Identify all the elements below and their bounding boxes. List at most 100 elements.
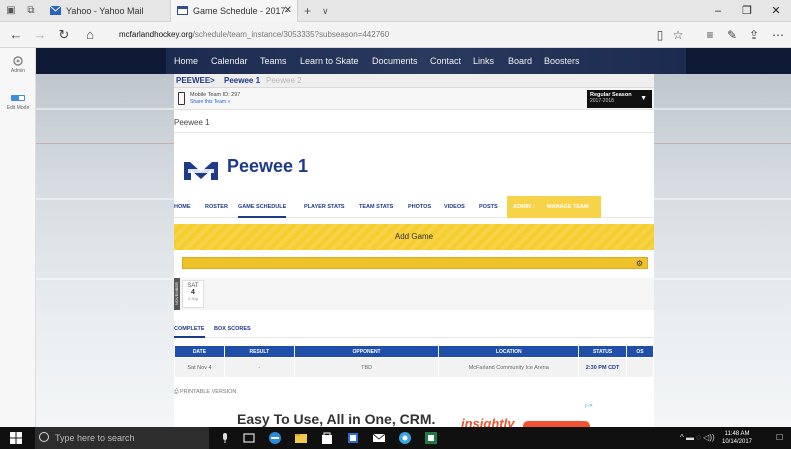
- site-nav: Home Calendar Teams Learn to Skate Docum…: [36, 48, 791, 74]
- cortana-icon: [39, 432, 49, 442]
- section-tabs: HOME ROSTER GAME SCHEDULE PLAYER STATS T…: [174, 196, 654, 218]
- add-game-button[interactable]: Add Game: [174, 224, 654, 250]
- minimize-button[interactable]: –: [704, 0, 732, 22]
- share-team-link[interactable]: Share this Team »: [190, 99, 230, 105]
- mail-icon[interactable]: [372, 431, 386, 445]
- admin-tab-group: ADMIN ↓ MANAGE TEAM: [507, 196, 601, 218]
- schedule-subtabs: COMPLETE BOX SCORES: [174, 320, 654, 338]
- excel-icon[interactable]: [424, 431, 438, 445]
- season-selector[interactable]: Regular Season 2017-2018 ▼: [587, 90, 652, 108]
- calendar-icon: [177, 6, 188, 15]
- tab-manage-team[interactable]: MANAGE TEAM: [547, 196, 589, 218]
- windows-start-icon[interactable]: [10, 432, 22, 444]
- photos-icon[interactable]: [346, 431, 360, 445]
- back-icon[interactable]: ←: [6, 25, 26, 45]
- tab-title: Game Schedule - 2017-: [193, 6, 289, 16]
- mobile-team-id: Mobile Team ID: 297: [190, 92, 241, 98]
- url-path: /schedule/team_instance/3053335?subseaso…: [192, 30, 390, 39]
- edge-icon[interactable]: [268, 431, 282, 445]
- mail-icon: [50, 6, 61, 15]
- close-window-button[interactable]: ✕: [762, 0, 790, 22]
- rail-admin[interactable]: Admin: [0, 56, 36, 74]
- col-date: DATE: [174, 345, 225, 358]
- tab-admin[interactable]: ADMIN ↓: [513, 196, 535, 218]
- tab-videos[interactable]: VIDEOS: [444, 196, 465, 218]
- home-icon[interactable]: ⌂: [80, 25, 100, 45]
- file-explorer-icon[interactable]: [294, 431, 308, 445]
- clock-date: 10/14/2017: [721, 439, 753, 445]
- reading-view-icon[interactable]: ▯: [650, 25, 670, 45]
- team-title: Peewee 1: [227, 156, 309, 176]
- tab-home[interactable]: HOME: [174, 196, 191, 218]
- game-time: 2:30p: [187, 296, 198, 301]
- cell-location[interactable]: McFarland Community Ice Arena: [438, 357, 580, 378]
- store-icon[interactable]: [320, 431, 334, 445]
- nav-teams[interactable]: Teams: [260, 48, 287, 74]
- month-label: NOVEMBER: [174, 278, 180, 310]
- nav-contact[interactable]: Contact: [430, 48, 461, 74]
- tab-team-stats[interactable]: TEAM STATS: [359, 196, 393, 218]
- crumb-peewee-1[interactable]: Peewee 1: [224, 74, 260, 88]
- tab-yahoo-mail[interactable]: Yahoo - Yahoo Mail: [44, 0, 170, 22]
- tab-roster[interactable]: ROSTER: [205, 196, 228, 218]
- crumb-peewee[interactable]: PEEWEE: [176, 74, 210, 88]
- tab-game-schedule[interactable]: GAME SCHEDULE: [238, 196, 287, 218]
- schedule-table: DATE RESULT OPPONENT LOCATION STATUS OS …: [174, 345, 654, 378]
- tabs-aside-icon[interactable]: ▣: [4, 4, 18, 18]
- refresh-icon[interactable]: ↻: [54, 25, 74, 45]
- tab-preview-icon[interactable]: ⧉: [24, 4, 38, 18]
- ad-headline: Easy To Use, All in One, CRM.: [237, 411, 436, 427]
- maximize-button[interactable]: ❐: [733, 0, 761, 22]
- advertisement[interactable]: Easy To Use, All in One, CRM. insightly …: [174, 401, 654, 427]
- system-clock[interactable]: 11:48 AM 10/14/2017: [707, 430, 767, 446]
- tab-box-scores[interactable]: BOX SCORES: [214, 320, 251, 338]
- nav-boosters[interactable]: Boosters: [544, 48, 580, 74]
- windows-taskbar: Type here to search ^ ▬ ◌ ◁)) 11:48 AM 1…: [0, 427, 791, 449]
- nav-links[interactable]: Links: [473, 48, 494, 74]
- cell-result: -: [223, 357, 295, 378]
- task-view-icon[interactable]: [242, 431, 256, 445]
- rail-edit-mode[interactable]: Edit Mode: [0, 93, 36, 111]
- printer-icon: ⎙: [174, 389, 179, 395]
- chrome-icon[interactable]: [398, 431, 412, 445]
- tab-game-schedule[interactable]: Game Schedule - 2017- ✕: [170, 0, 298, 22]
- favorite-star-icon[interactable]: ☆: [668, 25, 688, 45]
- url-field[interactable]: mcfarlandhockey.org/schedule/team_instan…: [119, 27, 639, 43]
- browser-tab-bar: ▣ ⧉ Yahoo - Yahoo Mail Game Schedule - 2…: [0, 0, 791, 22]
- nav-learn-to-skate[interactable]: Learn to Skate: [300, 48, 359, 74]
- col-opponent: OPPONENT: [293, 345, 440, 358]
- nav-calendar[interactable]: Calendar: [211, 48, 248, 74]
- mobile-team-bar: Mobile Team ID: 297 Share this Team » Re…: [174, 88, 654, 110]
- more-icon[interactable]: ⋯: [768, 25, 788, 45]
- cell-opponent: TBD: [293, 357, 440, 378]
- team-logo-icon: [184, 162, 218, 180]
- forward-icon[interactable]: →: [30, 25, 50, 45]
- nav-documents[interactable]: Documents: [372, 48, 418, 74]
- nav-board[interactable]: Board: [508, 48, 532, 74]
- microphone-icon[interactable]: [218, 431, 232, 445]
- notifications-icon[interactable]: ☐: [776, 427, 783, 449]
- close-tab-icon[interactable]: ✕: [284, 0, 292, 22]
- tab-photos[interactable]: PHOTOS: [408, 196, 431, 218]
- crumb-peewee-2[interactable]: Peewee 2: [266, 74, 302, 88]
- gear-icon[interactable]: ⚙: [635, 259, 644, 268]
- share-icon[interactable]: ⇪: [744, 25, 764, 45]
- page-label: Peewee 1: [174, 118, 210, 127]
- table-row[interactable]: Sat Nov 4 - TBD McFarland Community Ice …: [174, 357, 654, 378]
- tab-list-button[interactable]: ∨: [322, 0, 329, 22]
- favorites-hub-icon[interactable]: ≡: [700, 25, 720, 45]
- taskbar-search[interactable]: Type here to search: [35, 427, 209, 449]
- date-cell[interactable]: SAT 4 2:30p: [182, 280, 204, 308]
- caret-down-icon: ▼: [640, 95, 647, 102]
- rail-label: Admin: [10, 68, 26, 74]
- new-tab-button[interactable]: +: [304, 0, 311, 22]
- cell-status[interactable]: 2:30 PM CDT: [578, 357, 628, 378]
- pen-notes-icon[interactable]: ✎: [722, 25, 742, 45]
- tab-complete[interactable]: COMPLETE: [174, 320, 205, 338]
- tab-player-stats[interactable]: PLAYER STATS: [304, 196, 345, 218]
- ad-choices-icon[interactable]: ▷✕: [585, 403, 595, 409]
- phone-icon: [178, 92, 185, 105]
- printable-version-link[interactable]: ⎙ PRINTABLE VERSION: [174, 389, 236, 396]
- nav-home[interactable]: Home: [174, 48, 198, 74]
- tab-posts[interactable]: POSTS: [479, 196, 498, 218]
